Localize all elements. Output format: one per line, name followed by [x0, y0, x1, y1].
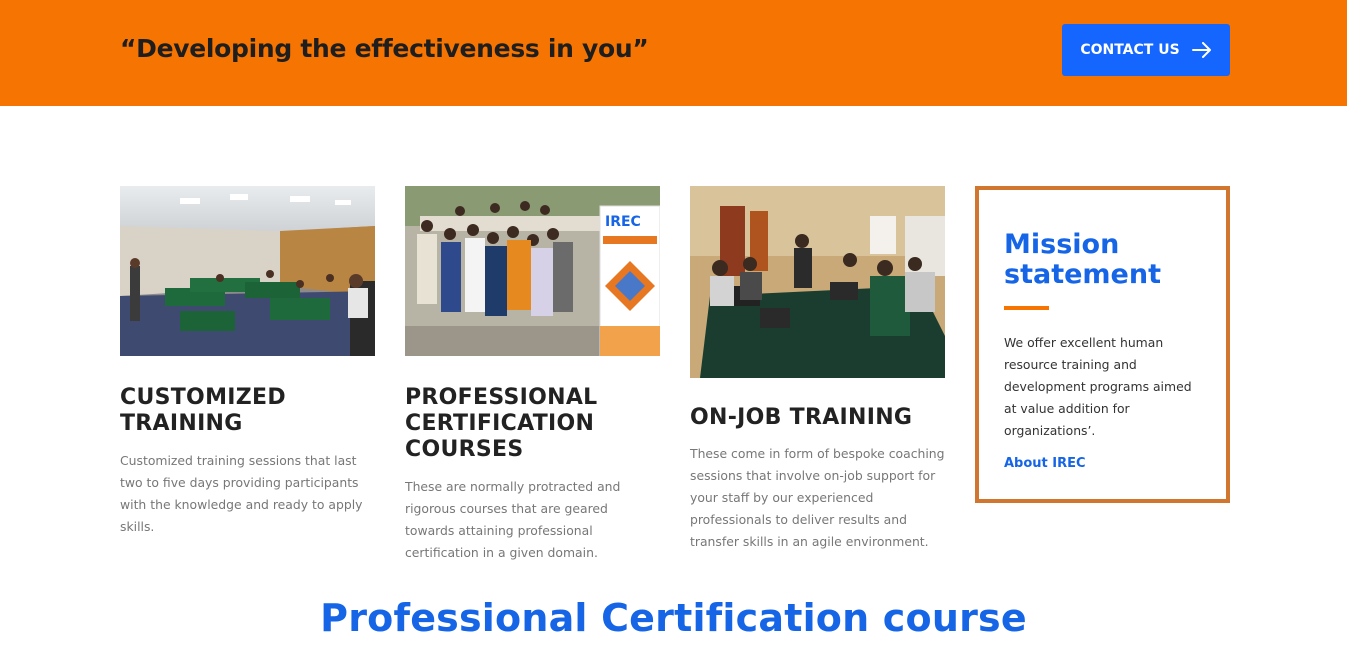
training-room-photo — [120, 186, 375, 356]
service-card-on-job-training: ON-JOB TRAINING These come in form of be… — [690, 186, 946, 553]
mission-title: Mission statement — [1004, 229, 1161, 290]
contact-us-button[interactable]: CONTACT US — [1062, 24, 1230, 76]
service-card-professional-certification: IREC PROFESSIONAL CERTIFICATION COURSES … — [405, 186, 661, 564]
card-title: CUSTOMIZED TRAINING — [120, 385, 286, 436]
card-title: ON-JOB TRAINING — [690, 405, 913, 430]
contact-us-label: CONTACT US — [1080, 42, 1180, 58]
top-banner: “Developing the effectiveness in you” CO… — [0, 0, 1347, 106]
mission-statement-box: Mission statement We offer excellent hum… — [975, 186, 1230, 503]
card-description: Customized training sessions that last t… — [120, 453, 363, 534]
group-photo: IREC — [405, 186, 660, 356]
about-irec-link[interactable]: About IREC — [1004, 456, 1086, 471]
arrow-right-icon — [1191, 42, 1211, 58]
card-title: PROFESSIONAL CERTIFICATION COURSES — [405, 385, 598, 462]
title-underline — [1004, 306, 1049, 310]
meeting-photo — [690, 186, 945, 378]
tagline: “Developing the effectiveness in you” — [120, 34, 649, 63]
section-title: Professional Certification course — [320, 596, 1027, 640]
mission-text: We offer excellent human resource traini… — [1004, 335, 1192, 438]
roll-up-banner-text: IREC — [605, 214, 641, 230]
card-description: These come in form of bespoke coaching s… — [690, 446, 945, 549]
service-card-customized-training: CUSTOMIZED TRAINING Customized training … — [120, 186, 376, 538]
card-description: These are normally protracted and rigoro… — [405, 479, 621, 560]
